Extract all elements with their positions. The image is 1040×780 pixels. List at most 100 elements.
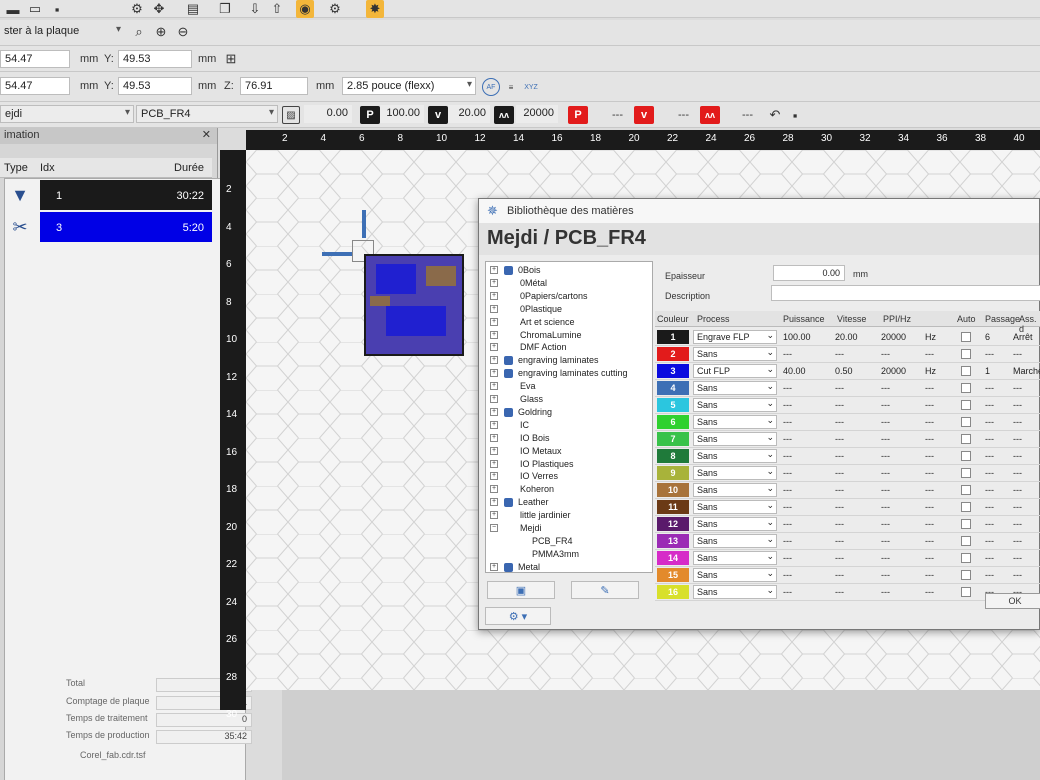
auto-checkbox[interactable]: [961, 400, 971, 410]
process-select[interactable]: Sans ⌄: [693, 466, 777, 480]
process-select[interactable]: Sans ⌄: [693, 483, 777, 497]
undo-icon[interactable]: ↶: [766, 106, 784, 124]
tree-item[interactable]: + IO Plastiques: [486, 458, 646, 471]
job-row-2[interactable]: ✂ 3 5:20: [0, 212, 212, 242]
process-select[interactable]: Cut FLP ⌄: [693, 364, 777, 378]
expand-icon[interactable]: +: [490, 459, 498, 468]
tree-item[interactable]: +0Bois: [486, 264, 646, 277]
process-select[interactable]: Sans ⌄: [693, 449, 777, 463]
grid-row[interactable]: 2 Sans ⌄ --- --- --- --- --- ---: [655, 346, 1040, 363]
tree-item[interactable]: PMMA3mm: [486, 548, 646, 561]
expand-icon[interactable]: +: [490, 369, 498, 378]
process-select[interactable]: Sans ⌄: [693, 517, 777, 531]
x-input[interactable]: 54.47: [0, 50, 70, 68]
laser-icon[interactable]: ✸: [366, 0, 384, 18]
job-row-1[interactable]: ▼ 1 30:22: [0, 180, 212, 210]
tree-item[interactable]: + Leather: [486, 496, 646, 509]
tree-item[interactable]: − Mejdi: [486, 522, 646, 535]
grid-row[interactable]: 14 Sans ⌄ --- --- --- --- --- ---: [655, 550, 1040, 567]
expand-icon[interactable]: +: [490, 356, 498, 365]
auto-checkbox[interactable]: [961, 366, 971, 376]
description-input[interactable]: [771, 285, 1040, 301]
grid-row[interactable]: 13 Sans ⌄ --- --- --- --- --- ---: [655, 533, 1040, 550]
zoom-in-icon[interactable]: ⊕: [152, 23, 170, 41]
material-select[interactable]: ejdi: [0, 105, 134, 123]
grid-row[interactable]: 5 Sans ⌄ --- --- --- --- --- ---: [655, 397, 1040, 414]
tree-item[interactable]: + Metal: [486, 561, 646, 572]
close-icon[interactable]: ✕: [202, 128, 211, 141]
expand-icon[interactable]: +: [490, 420, 498, 429]
plate-select[interactable]: ster à la plaque: [0, 23, 124, 41]
tree-item[interactable]: +0Métal: [486, 277, 646, 290]
export-icon[interactable]: ⇧: [268, 0, 286, 18]
tree-item[interactable]: + engraving laminates cutting: [486, 367, 646, 380]
grid-col-header[interactable]: Auto: [957, 314, 976, 324]
expand-icon[interactable]: +: [490, 330, 498, 339]
auto-checkbox[interactable]: [961, 383, 971, 393]
auto-checkbox[interactable]: [961, 417, 971, 427]
grid-row[interactable]: 8 Sans ⌄ --- --- --- --- --- ---: [655, 448, 1040, 465]
grid-row[interactable]: 10 Sans ⌄ --- --- --- --- --- ---: [655, 482, 1040, 499]
expand-icon[interactable]: +: [490, 446, 498, 455]
col-idx[interactable]: Idx: [40, 162, 55, 174]
expand-icon[interactable]: +: [490, 266, 498, 274]
x2-input[interactable]: 54.47: [0, 77, 70, 95]
tree-item[interactable]: + IO Verres: [486, 470, 646, 483]
expand-icon[interactable]: +: [490, 304, 498, 313]
search-icon[interactable]: ⌕: [130, 23, 148, 41]
expand-icon[interactable]: +: [490, 472, 498, 481]
copy-icon[interactable]: ❐: [216, 0, 234, 18]
grid-row[interactable]: 6 Sans ⌄ --- --- --- --- --- ---: [655, 414, 1040, 431]
expand-icon[interactable]: +: [490, 511, 498, 520]
process-select[interactable]: Sans ⌄: [693, 381, 777, 395]
grid-row[interactable]: 9 Sans ⌄ --- --- --- --- --- ---: [655, 465, 1040, 482]
xyz-icon[interactable]: XYZ: [522, 78, 540, 96]
tree-item[interactable]: + IO Metaux: [486, 445, 646, 458]
tree-item[interactable]: + Eva: [486, 380, 646, 393]
material-tree[interactable]: +0Bois +0Métal +0Papiers/cartons +0Plastiqu…: [485, 261, 653, 573]
expand-icon[interactable]: +: [490, 317, 498, 326]
tree-item[interactable]: + IC: [486, 419, 646, 432]
process-select[interactable]: Sans ⌄: [693, 585, 777, 599]
grid-col-header[interactable]: Puissance: [783, 314, 825, 324]
save-settings-icon[interactable]: ▪: [786, 106, 804, 124]
tree-item[interactable]: + ChromaLumine: [486, 329, 646, 342]
expand-icon[interactable]: +: [490, 498, 498, 507]
grid-row[interactable]: 11 Sans ⌄ --- --- --- --- --- ---: [655, 499, 1040, 516]
af-settings-icon[interactable]: ≡: [502, 78, 520, 96]
speed-input[interactable]: 20.00: [448, 105, 490, 123]
grid-col-header[interactable]: Process: [697, 314, 730, 324]
process-select[interactable]: Sans ⌄: [693, 398, 777, 412]
col-duree[interactable]: Durée: [174, 162, 204, 174]
expand-icon[interactable]: +: [490, 485, 498, 494]
gear-icon[interactable]: ⚙: [326, 0, 344, 18]
properties-icon[interactable]: ⚙: [128, 0, 146, 18]
auto-checkbox[interactable]: [961, 332, 971, 342]
process-select[interactable]: Sans ⌄: [693, 500, 777, 514]
grid-row[interactable]: 15 Sans ⌄ --- --- --- --- --- ---: [655, 567, 1040, 584]
autofocus-icon[interactable]: AF: [482, 78, 500, 96]
auto-checkbox[interactable]: [961, 451, 971, 461]
tree-item[interactable]: + Glass: [486, 393, 646, 406]
auto-checkbox[interactable]: [961, 434, 971, 444]
edit-icon[interactable]: ▤: [184, 0, 202, 18]
tree-item[interactable]: + IO Bois: [486, 432, 646, 445]
grid-row[interactable]: 4 Sans ⌄ --- --- --- --- --- ---: [655, 380, 1040, 397]
tree-item[interactable]: +0Papiers/cartons: [486, 290, 646, 303]
auto-checkbox[interactable]: [961, 468, 971, 478]
process-select[interactable]: Sans ⌄: [693, 568, 777, 582]
auto-checkbox[interactable]: [961, 587, 971, 597]
expand-icon[interactable]: +: [490, 433, 498, 442]
z-input[interactable]: 76.91: [240, 77, 308, 95]
tree-item[interactable]: PCB_FR4: [486, 535, 646, 548]
auto-checkbox[interactable]: [961, 502, 971, 512]
auto-checkbox[interactable]: [961, 553, 971, 563]
grid-row[interactable]: 12 Sans ⌄ --- --- --- --- --- ---: [655, 516, 1040, 533]
auto-checkbox[interactable]: [961, 570, 971, 580]
auto-checkbox[interactable]: [961, 519, 971, 529]
process-select[interactable]: Sans ⌄: [693, 534, 777, 548]
process-select[interactable]: Sans ⌄: [693, 551, 777, 565]
grid-col-header[interactable]: Passage: [985, 314, 1020, 324]
expand-icon[interactable]: +: [490, 278, 498, 287]
tree-item[interactable]: + Art et science: [486, 316, 646, 329]
